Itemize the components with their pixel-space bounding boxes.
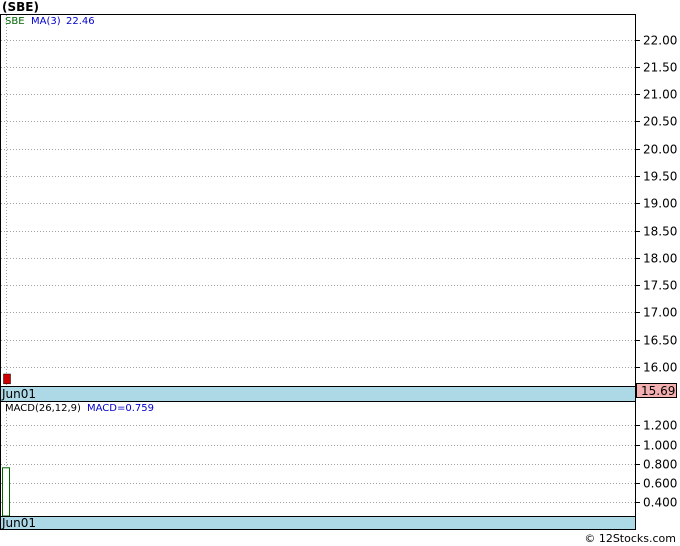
- legend-ticker: SBE: [5, 16, 25, 27]
- y-tick-label: 17.00: [643, 306, 677, 320]
- y-tick-label: 18.00: [643, 252, 677, 266]
- macd-plot-frame: [0, 401, 636, 517]
- y-tick-label: 17.50: [643, 279, 677, 293]
- legend-ma-value: 22.46: [66, 16, 95, 27]
- y-tick-label: 1.200: [643, 419, 677, 433]
- y-tick-label: 19.00: [643, 197, 677, 211]
- macd-bars: [2, 467, 10, 517]
- price-axis-ticks: 22.00 21.50 21.00 20.50 20.00 19.50 19.00 18.50…: [635, 34, 677, 375]
- price-date-label: Jun01: [1, 387, 36, 401]
- macd-axis-ticks: 1.200 1.000 0.800 0.600 0.400: [635, 419, 677, 510]
- stock-chart: 22.00 21.50 21.00 20.50 20.00 19.50 19.00 18.50…: [0, 14, 677, 530]
- last-price-label: 15.69: [641, 384, 675, 398]
- y-tick-label: 16.00: [643, 361, 677, 375]
- copyright-footer: © 12Stocks.com: [584, 532, 676, 545]
- y-tick-label: 19.50: [643, 170, 677, 184]
- price-panel: 22.00 21.50 21.00 20.50 20.00 19.50 19.00 18.50…: [0, 14, 677, 402]
- price-date-band: [0, 386, 636, 402]
- macd-legend-value: MACD=0.759: [87, 403, 154, 414]
- candle-body: [3, 373, 11, 385]
- price-candles: [3, 373, 11, 385]
- y-tick-label: 20.00: [643, 143, 677, 157]
- y-tick-label: 21.00: [643, 88, 677, 102]
- macd-date-band: [0, 516, 636, 530]
- y-tick-label: 21.50: [643, 61, 677, 75]
- macd-date-label: Jun01: [1, 516, 36, 530]
- y-tick-label: 22.00: [643, 34, 677, 48]
- y-tick-label: 16.50: [643, 334, 677, 348]
- y-tick-label: 1.000: [643, 439, 677, 453]
- macd-legend-label: MACD(26,12,9): [5, 403, 81, 414]
- y-tick-label: 0.400: [643, 496, 677, 510]
- legend-ma-label: MA(3): [31, 16, 61, 27]
- price-plot-frame: [0, 14, 636, 387]
- y-tick-label: 18.50: [643, 225, 677, 239]
- macd-panel: 1.2001.0000.8000.6000.400 MACD(26,12,9) …: [0, 401, 677, 530]
- y-tick-label: 0.800: [643, 458, 677, 472]
- y-tick-label: 20.50: [643, 115, 677, 129]
- macd-bar: [2, 467, 10, 517]
- y-tick-label: 0.600: [643, 477, 677, 491]
